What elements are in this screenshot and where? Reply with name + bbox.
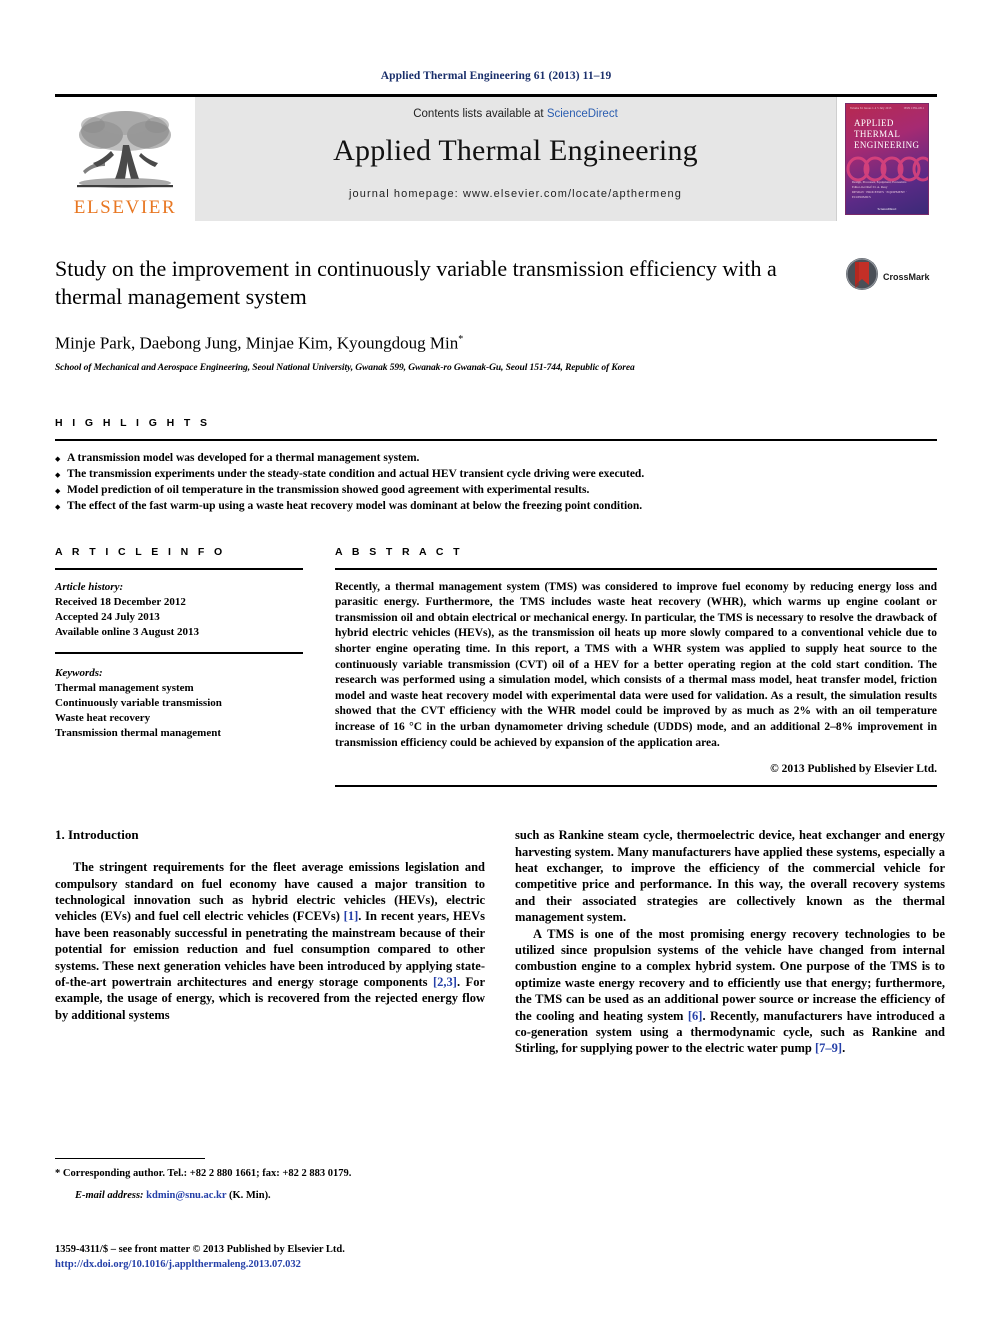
article-info-column: A R T I C L E I N F O Article history: R…	[55, 546, 303, 788]
highlights-divider	[55, 438, 937, 441]
info-abstract-section: A R T I C L E I N F O Article history: R…	[55, 546, 937, 788]
crossmark-label: CrossMark	[883, 271, 930, 282]
citation-ref-1[interactable]: [1]	[344, 909, 359, 923]
cover-rings-graphic	[846, 156, 928, 182]
cover-publisher: ScienceDirect	[877, 207, 897, 211]
page-title: Study on the improvement in continuously…	[55, 256, 777, 309]
email-label: E-mail address:	[75, 1190, 144, 1201]
imprint-block: 1359-4311/$ – see front matter © 2013 Pu…	[55, 1243, 555, 1272]
footnote-contact-text: Corresponding author. Tel.: +82 2 880 16…	[62, 1168, 352, 1179]
sciencedirect-link[interactable]: ScienceDirect	[547, 108, 618, 120]
highlights-heading: H I G H L I G H T S	[55, 416, 211, 429]
footnote-divider	[55, 1158, 205, 1159]
intro-paragraph-right-2: A TMS is one of the most promising energ…	[515, 926, 945, 1057]
body-columns: 1. Introduction The stringent requiremen…	[55, 827, 945, 1057]
footnote-block: * Corresponding author. Tel.: +82 2 880 …	[55, 1158, 485, 1203]
list-item: The transmission experiments under the s…	[55, 466, 937, 483]
citation-ref-6[interactable]: [6]	[688, 1009, 703, 1023]
intro-paragraph-left: The stringent requirements for the fleet…	[55, 859, 485, 1023]
citation-ref-2-3[interactable]: [2,3]	[433, 975, 457, 989]
journal-banner: Contents lists available at ScienceDirec…	[195, 97, 837, 221]
abstract-divider	[335, 567, 937, 570]
crossmark-badge[interactable]: CrossMark	[845, 257, 937, 296]
citation-ref-7-9[interactable]: [7–9]	[815, 1041, 842, 1055]
affiliation: School of Mechanical and Aerospace Engin…	[55, 362, 635, 373]
cover-title-line-1: APPLIED	[854, 118, 894, 128]
author-list: Minje Park, Daebong Jung, Minjae Kim, Ky…	[55, 329, 937, 354]
article-info-heading: A R T I C L E I N F O	[55, 545, 226, 558]
abstract-bottom-divider	[335, 785, 937, 788]
cover-issn: ISSN 1359-4311	[903, 107, 924, 110]
issn-line: 1359-4311/$ – see front matter © 2013 Pu…	[55, 1244, 345, 1255]
article-history-received: Received 18 December 2012	[55, 595, 186, 608]
author-names: Minje Park, Daebong Jung, Minjae Kim, Ky…	[55, 333, 459, 353]
body-right-column: such as Rankine steam cycle, thermoelect…	[515, 827, 945, 1057]
article-history-title: Article history:	[55, 580, 124, 593]
keywords-group: Keywords: Thermal management system Cont…	[55, 666, 303, 741]
paper-page: Applied Thermal Engineering 61 (2013) 11…	[0, 0, 992, 1323]
cover-title-line-2: THERMAL	[854, 129, 901, 139]
corresponding-author-marker: *	[458, 334, 464, 345]
list-item: Model prediction of oil temperature in t…	[55, 482, 937, 499]
abstract-heading: A B S T R A C T	[335, 545, 463, 558]
abstract-text: Recently, a thermal management system (T…	[335, 580, 937, 749]
cover-top-line: Volume 61 Issues 1-2 5 July 2013 ISSN 13…	[850, 107, 924, 110]
keywords-title: Keywords:	[55, 666, 103, 679]
list-item: The effect of the fast warm-up using a w…	[55, 498, 937, 515]
contents-line: Contents lists available at ScienceDirec…	[413, 108, 618, 120]
keyword-item: Waste heat recovery	[55, 711, 151, 724]
elsevier-wordmark: ELSEVIER	[73, 197, 177, 218]
keyword-item: Thermal management system	[55, 681, 194, 694]
article-history-accepted: Accepted 24 July 2013	[55, 610, 160, 623]
tms-text-c: .	[842, 1041, 846, 1056]
section-heading-introduction: 1. Introduction	[55, 827, 139, 843]
keyword-item: Continuously variable transmission	[55, 696, 222, 709]
corresponding-author-footnote: * Corresponding author. Tel.: +82 2 880 …	[55, 1167, 485, 1181]
highlights-list: A transmission model was developed for a…	[55, 450, 937, 515]
intro-paragraph-right-1: such as Rankine steam cycle, thermoelect…	[515, 828, 945, 925]
elsevier-logo: ELSEVIER	[55, 97, 195, 221]
contents-prefix: Contents lists available at	[413, 108, 547, 120]
email-suffix: (K. Min).	[228, 1190, 271, 1201]
footnote-marker: *	[55, 1168, 61, 1179]
title-block: Study on the improvement in continuously…	[55, 255, 937, 373]
keyword-item: Transmission thermal management	[55, 726, 222, 739]
journal-title: Applied Thermal Engineering	[333, 134, 698, 167]
article-info-divider	[55, 567, 303, 570]
cover-title-line-3: ENGINEERING	[854, 140, 920, 150]
article-history-online: Available online 3 August 2013	[55, 625, 200, 638]
abstract-column: A B S T R A C T Recently, a thermal mana…	[335, 546, 937, 788]
cover-volume: Volume 61 Issues 1-2 5 July 2013	[850, 107, 892, 110]
journal-homepage[interactable]: journal homepage: www.elsevier.com/locat…	[349, 188, 682, 200]
article-history-group: Article history: Received 18 December 20…	[55, 580, 303, 640]
email-link[interactable]: kdmin@snu.ac.kr	[146, 1190, 226, 1201]
keywords-divider	[55, 651, 303, 656]
running-head: Applied Thermal Engineering 61 (2013) 11…	[380, 70, 612, 82]
cover-footer-text: Design, Processes, Equipment, Economics …	[852, 180, 922, 200]
email-footnote: E-mail address: kdmin@snu.ac.kr (K. Min)…	[55, 1189, 485, 1203]
journal-masthead: ELSEVIER Contents lists available at Sci…	[55, 94, 937, 221]
elsevier-tree-icon	[71, 105, 179, 197]
cover-title: APPLIED THERMAL ENGINEERING	[854, 118, 919, 151]
journal-cover-thumbnail[interactable]: Volume 61 Issues 1-2 5 July 2013 ISSN 13…	[845, 103, 929, 215]
cover-keywords-strip: DESIGN · PROCESSES · EQUIPMENT · ECONOMI…	[852, 190, 907, 199]
doi-link[interactable]: http://dx.doi.org/10.1016/j.applthermale…	[55, 1259, 301, 1270]
journal-cover-cell: Volume 61 Issues 1-2 5 July 2013 ISSN 13…	[837, 97, 937, 221]
list-item: A transmission model was developed for a…	[55, 450, 937, 467]
abstract-copyright: © 2013 Published by Elsevier Ltd.	[770, 763, 937, 776]
crossmark-icon	[845, 257, 879, 296]
body-left-column: 1. Introduction The stringent requiremen…	[55, 827, 485, 1057]
highlights-section: H I G H L I G H T S A transmission model…	[55, 416, 937, 515]
